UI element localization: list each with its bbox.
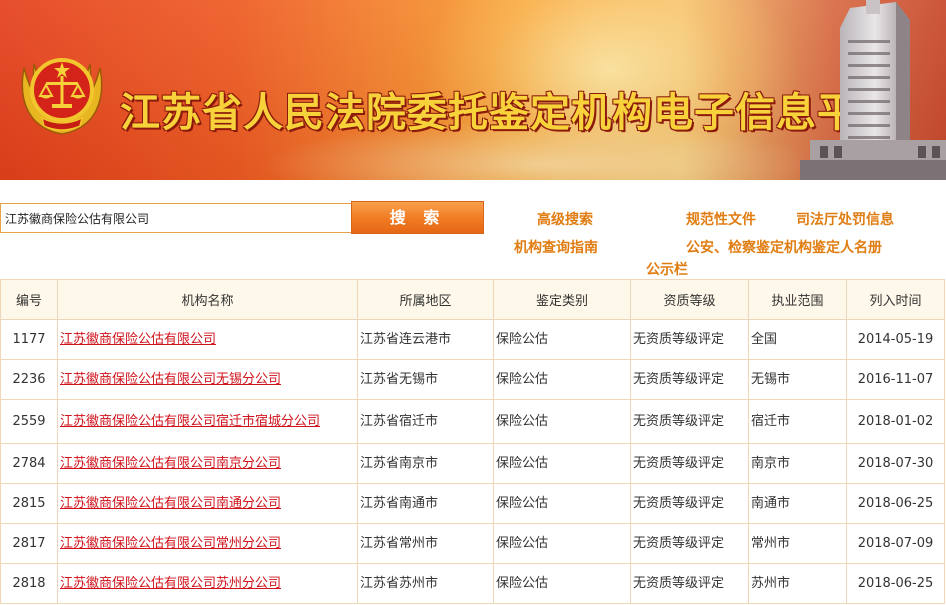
- cell-region: 江苏省常州市: [357, 523, 494, 564]
- cell-date: 2018-06-25: [846, 483, 945, 524]
- advanced-search-link[interactable]: 高级搜索: [537, 209, 593, 229]
- table-row: 2818 江苏徽商保险公估有限公司苏州分公司 江苏省苏州市 保险公估 无资质等级…: [0, 563, 945, 604]
- search-input[interactable]: [0, 203, 352, 233]
- cell-level: 无资质等级评定: [630, 319, 749, 360]
- cell-category: 保险公估: [493, 319, 631, 360]
- cell-name: 江苏徽商保险公估有限公司苏州分公司: [57, 563, 358, 604]
- column-header-level: 资质等级: [630, 279, 749, 320]
- cell-region: 江苏省连云港市: [357, 319, 494, 360]
- cell-region: 江苏省南通市: [357, 483, 494, 524]
- cell-name: 江苏徽商保险公估有限公司: [57, 319, 358, 360]
- column-header-scope: 执业范围: [748, 279, 847, 320]
- query-guide-link[interactable]: 机构查询指南: [514, 237, 598, 257]
- table-row: 2817 江苏徽商保险公估有限公司常州分公司 江苏省常州市 保险公估 无资质等级…: [0, 523, 945, 564]
- cell-level: 无资质等级评定: [630, 523, 749, 564]
- cell-scope: 苏州市: [748, 563, 847, 604]
- results-table: 编号 机构名称 所属地区 鉴定类别 资质等级 执业范围 列入时间 1177 江苏…: [0, 279, 945, 604]
- institution-link[interactable]: 江苏徽商保险公估有限公司南通分公司: [60, 496, 281, 511]
- cell-scope: 南京市: [748, 443, 847, 484]
- cell-name: 江苏徽商保险公估有限公司南通分公司: [57, 483, 358, 524]
- cell-id: 2559: [0, 399, 58, 444]
- site-title: 江苏省人民法院委托鉴定机构电子信息平台: [120, 89, 899, 136]
- table-row: 2784 江苏徽商保险公估有限公司南京分公司 江苏省南京市 保险公估 无资质等级…: [0, 443, 945, 484]
- police-procuratorate-list-link[interactable]: 公安、检察鉴定机构鉴定人名册: [686, 237, 882, 257]
- cell-level: 无资质等级评定: [630, 359, 749, 400]
- institution-link[interactable]: 江苏徽商保险公估有限公司常州分公司: [60, 536, 281, 551]
- cell-scope: 无锡市: [748, 359, 847, 400]
- cell-scope: 常州市: [748, 523, 847, 564]
- cell-region: 江苏省无锡市: [357, 359, 494, 400]
- cell-id: 2815: [0, 483, 58, 524]
- cell-name: 江苏徽商保险公估有限公司常州分公司: [57, 523, 358, 564]
- cell-id: 2817: [0, 523, 58, 564]
- cell-level: 无资质等级评定: [630, 483, 749, 524]
- header-banner: 江苏省人民法院委托鉴定机构电子信息平台: [0, 0, 946, 180]
- cell-level: 无资质等级评定: [630, 443, 749, 484]
- cell-category: 保险公估: [493, 483, 631, 524]
- table-row: 2815 江苏徽商保险公估有限公司南通分公司 江苏省南通市 保险公估 无资质等级…: [0, 483, 945, 524]
- cell-category: 保险公估: [493, 399, 631, 444]
- column-header-name: 机构名称: [57, 279, 358, 320]
- column-header-date: 列入时间: [846, 279, 945, 320]
- table-header-row: 编号 机构名称 所属地区 鉴定类别 资质等级 执业范围 列入时间: [0, 279, 945, 320]
- cell-scope: 宿迁市: [748, 399, 847, 444]
- cell-category: 保险公估: [493, 523, 631, 564]
- cell-category: 保险公估: [493, 443, 631, 484]
- column-header-category: 鉴定类别: [493, 279, 631, 320]
- table-row: 1177 江苏徽商保险公估有限公司 江苏省连云港市 保险公估 无资质等级评定 全…: [0, 319, 945, 360]
- cell-name: 江苏徽商保险公估有限公司南京分公司: [57, 443, 358, 484]
- normative-docs-link[interactable]: 规范性文件: [686, 209, 756, 229]
- cell-scope: 南通市: [748, 483, 847, 524]
- cell-date: 2018-07-30: [846, 443, 945, 484]
- cell-category: 保险公估: [493, 359, 631, 400]
- cell-region: 江苏省宿迁市: [357, 399, 494, 444]
- court-emblem-icon: [21, 58, 103, 135]
- cell-id: 2236: [0, 359, 58, 400]
- institution-link[interactable]: 江苏徽商保险公估有限公司: [60, 332, 216, 347]
- table-row: 2236 江苏徽商保险公估有限公司无锡分公司 江苏省无锡市 保险公估 无资质等级…: [0, 359, 945, 400]
- cell-date: 2018-07-09: [846, 523, 945, 564]
- cell-id: 2784: [0, 443, 58, 484]
- cell-level: 无资质等级评定: [630, 399, 749, 444]
- cell-date: 2016-11-07: [846, 359, 945, 400]
- institution-link[interactable]: 江苏徽商保险公估有限公司苏州分公司: [60, 576, 281, 591]
- institution-link[interactable]: 江苏徽商保险公估有限公司无锡分公司: [60, 372, 281, 387]
- cell-id: 2818: [0, 563, 58, 604]
- institution-link[interactable]: 江苏徽商保险公估有限公司南京分公司: [60, 456, 281, 471]
- cell-name: 江苏徽商保险公估有限公司宿迁市宿城分公司: [57, 399, 358, 444]
- cell-level: 无资质等级评定: [630, 563, 749, 604]
- cell-id: 1177: [0, 319, 58, 360]
- penalty-info-link[interactable]: 司法厅处罚信息: [796, 209, 894, 229]
- cell-region: 江苏省南京市: [357, 443, 494, 484]
- courthouse-building-icon: [800, 0, 946, 180]
- column-header-region: 所属地区: [357, 279, 494, 320]
- cell-date: 2018-06-25: [846, 563, 945, 604]
- search-button[interactable]: 搜 索: [351, 201, 484, 234]
- institution-link[interactable]: 江苏徽商保险公估有限公司宿迁市宿城分公司: [60, 414, 320, 429]
- cell-date: 2018-01-02: [846, 399, 945, 444]
- bulletin-link[interactable]: 公示栏: [646, 259, 688, 279]
- cell-date: 2014-05-19: [846, 319, 945, 360]
- cell-scope: 全国: [748, 319, 847, 360]
- cell-name: 江苏徽商保险公估有限公司无锡分公司: [57, 359, 358, 400]
- table-row: 2559 江苏徽商保险公估有限公司宿迁市宿城分公司 江苏省宿迁市 保险公估 无资…: [0, 399, 945, 444]
- column-header-id: 编号: [0, 279, 58, 320]
- cell-region: 江苏省苏州市: [357, 563, 494, 604]
- cell-category: 保险公估: [493, 563, 631, 604]
